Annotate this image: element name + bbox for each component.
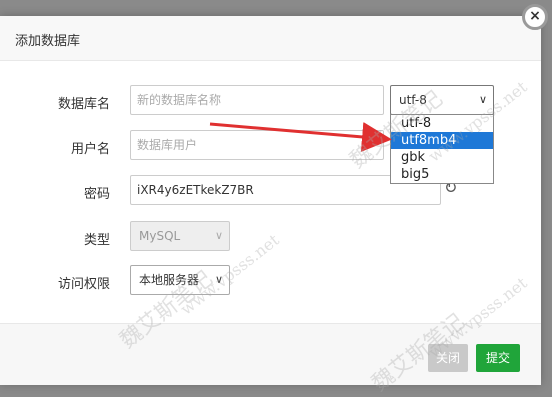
charset-selected-value: utf-8 xyxy=(399,93,427,107)
chevron-down-icon: ∨ xyxy=(214,229,223,242)
dialog-title: 添加数据库 xyxy=(15,34,81,49)
access-label: 访问权限 xyxy=(57,277,110,292)
charset-option[interactable]: utf-8 xyxy=(391,115,493,132)
db-name-label: 数据库名 xyxy=(57,97,110,112)
dialog-footer: 关闭 提交 xyxy=(0,323,541,385)
charset-option[interactable]: big5 xyxy=(391,166,493,183)
password-value: iXR4y6zETkekZ7BR xyxy=(137,183,254,197)
access-value: 本地服务器 xyxy=(139,273,200,287)
submit-button[interactable]: 提交 xyxy=(476,344,520,372)
username-label: 用户名 xyxy=(70,142,110,157)
type-label: 类型 xyxy=(83,233,110,248)
username-input[interactable] xyxy=(130,130,384,160)
dialog-header: 添加数据库 xyxy=(0,16,541,61)
password-label: 密码 xyxy=(83,187,110,202)
type-select: MySQL ∨ xyxy=(130,221,230,251)
access-select[interactable]: 本地服务器 ∨ xyxy=(130,265,230,295)
db-name-input[interactable] xyxy=(130,85,384,115)
charset-select[interactable]: utf-8 ∨ xyxy=(390,85,494,115)
close-icon[interactable]: × xyxy=(522,4,548,30)
close-button[interactable]: 关闭 xyxy=(428,344,468,372)
charset-option-highlighted[interactable]: utf8mb4 xyxy=(391,132,493,149)
chevron-down-icon: ∨ xyxy=(478,93,487,106)
charset-option[interactable]: gbk xyxy=(391,149,493,166)
type-value: MySQL xyxy=(139,229,181,243)
charset-dropdown-list: utf-8 utf8mb4 gbk big5 xyxy=(390,114,494,184)
add-database-dialog: 添加数据库 数据库名 utf-8 ∨ 用户名 密码 iXR4y6zETkekZ7… xyxy=(0,16,541,385)
chevron-down-icon: ∨ xyxy=(214,273,223,286)
